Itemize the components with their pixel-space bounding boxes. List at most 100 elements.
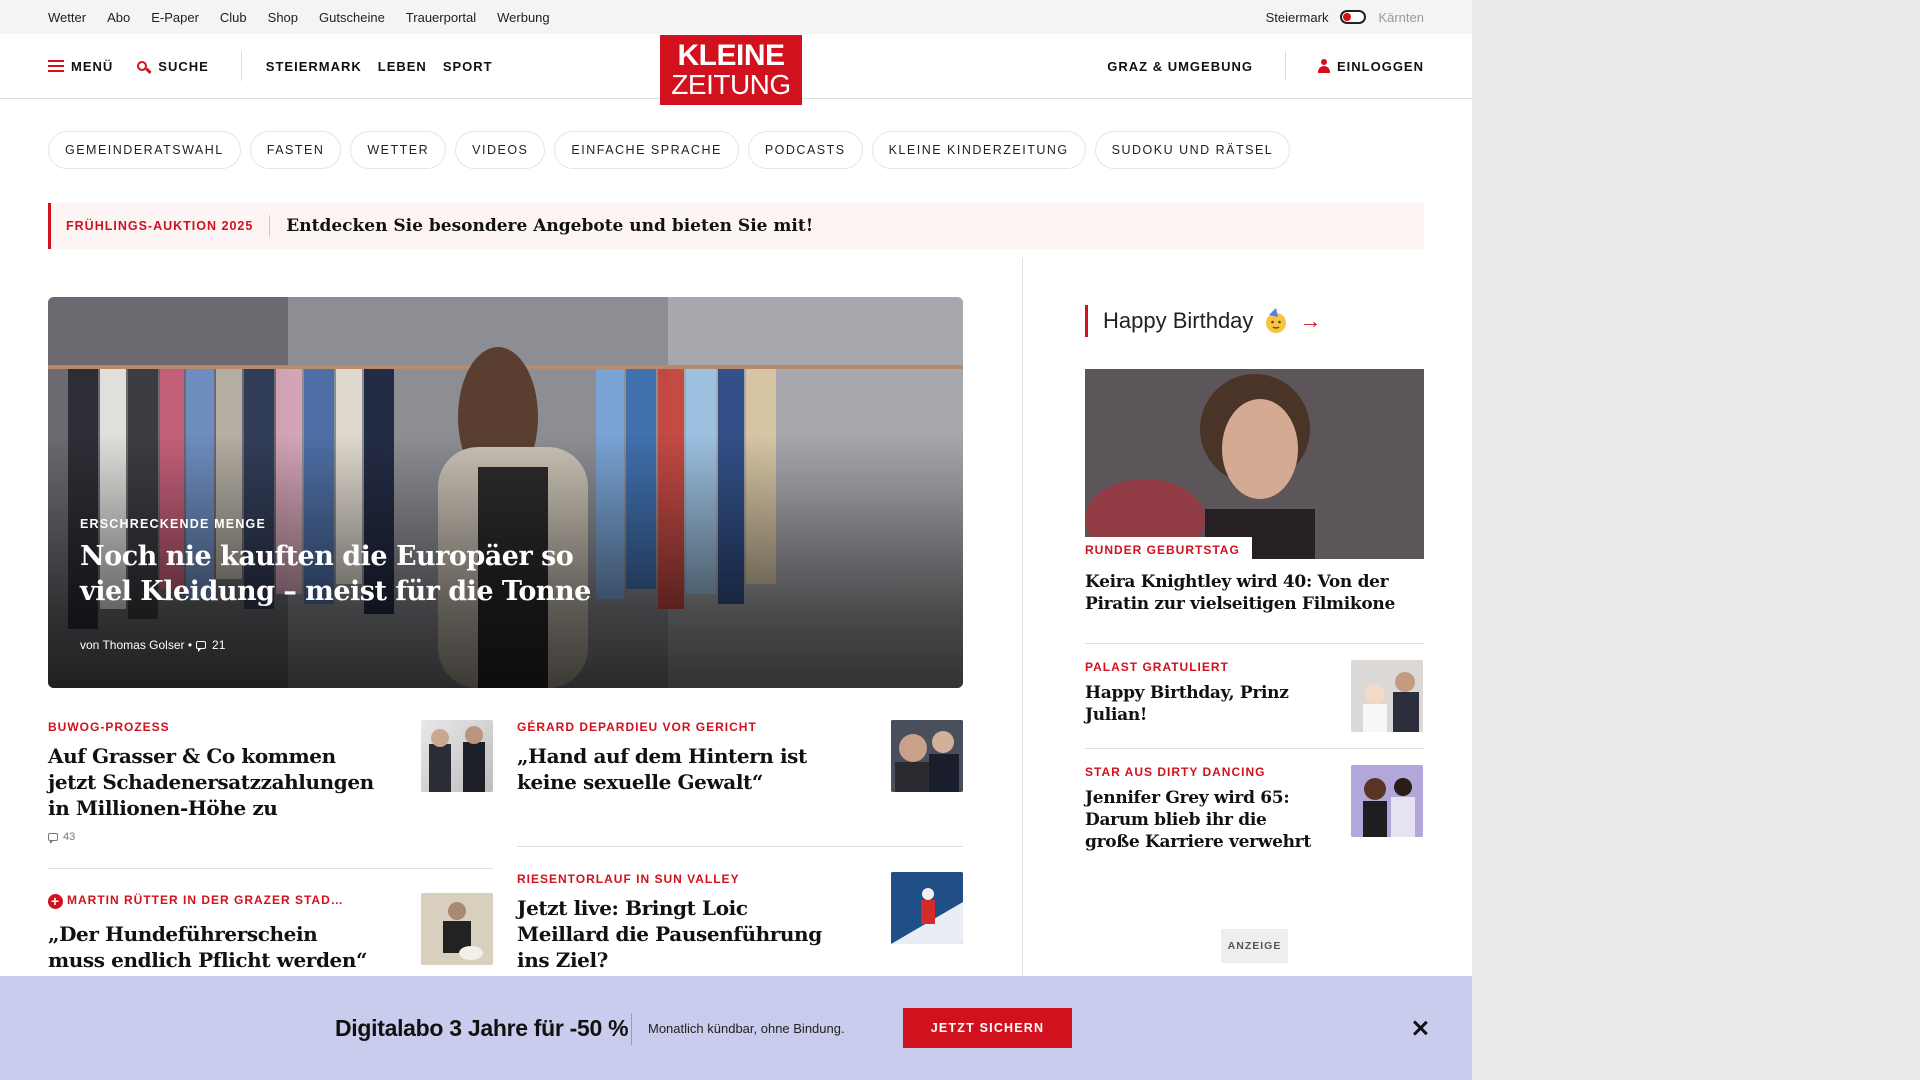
birthday-lead-image[interactable] [1085, 369, 1424, 559]
thumb-image [1351, 765, 1423, 837]
utility-bar: Wetter Abo E-Paper Club Shop Gutscheine … [0, 0, 1472, 34]
thumb-image [421, 893, 493, 965]
article-title[interactable]: „Hand auf dem Hintern ist keine sexuelle… [517, 743, 837, 795]
search-button[interactable]: SUCHE [137, 59, 209, 74]
promo-bar[interactable]: FRÜHLINGS-AUKTION 2025 Entdecken Sie bes… [48, 203, 1424, 249]
utility-link-wetter[interactable]: Wetter [48, 10, 86, 25]
article-title[interactable]: Auf Grasser & Co kommen jetzt Schadeners… [48, 743, 378, 821]
article-card[interactable]: GÉRARD DEPARDIEU VOR GERICHT „Hand auf d… [517, 720, 837, 795]
pill-wetter[interactable]: WETTER [350, 131, 447, 169]
logo-line-2: ZEITUNG [671, 69, 791, 100]
sidebar-title[interactable]: Jennifer Grey wird 65: Darum blieb ihr d… [1085, 787, 1315, 853]
hero-comment-count[interactable]: 21 [212, 638, 225, 652]
ad-label: ANZEIGE [1221, 929, 1288, 963]
sidebar-separator [1085, 643, 1424, 644]
login-button[interactable]: EINLOGGEN [1317, 59, 1424, 74]
article-separator [517, 846, 963, 847]
promo-tag: FRÜHLINGS-AUKTION 2025 [51, 215, 271, 237]
logo-line-1: KLEINE [677, 39, 785, 72]
main-header: MENÜ SUCHE STEIERMARK LEBEN SPORT KLEINE… [0, 34, 1472, 105]
article-card[interactable]: RIESENTORLAUF IN SUN VALLEY Jetzt live: … [517, 872, 837, 973]
site-logo[interactable]: KLEINE ZEITUNG [660, 35, 802, 105]
article-kicker: RIESENTORLAUF IN SUN VALLEY [517, 872, 740, 886]
lead-image-art [1085, 369, 1424, 559]
hero-article[interactable]: ERSCHRECKENDE MENGE Noch nie kauften die… [48, 297, 963, 688]
comment-icon [196, 641, 207, 652]
banner-divider [631, 1013, 632, 1045]
sidebar-kicker: STAR AUS DIRTY DANCING [1085, 765, 1266, 779]
birthday-heading-text: Happy Birthday [1103, 308, 1254, 333]
arrow-right-icon: → [1299, 308, 1322, 333]
comment-icon [48, 833, 58, 844]
region-steiermark[interactable]: Steiermark [1266, 10, 1329, 25]
pill-videos[interactable]: VIDEOS [455, 131, 546, 169]
utility-link-club[interactable]: Club [220, 10, 247, 25]
search-label: SUCHE [158, 58, 209, 74]
article-title[interactable]: „Der Hundeführerschein muss endlich Pfli… [48, 921, 378, 973]
pill-gemeinderatswahl[interactable]: GEMEINDERATSWAHL [48, 131, 241, 169]
close-icon[interactable] [1410, 1018, 1430, 1038]
topic-pills: GEMEINDERATSWAHL FASTEN WETTER VIDEOS EI… [48, 131, 1291, 169]
nav-leben[interactable]: LEBEN [378, 59, 427, 74]
region-switch: Steiermark Kärnten [1266, 0, 1424, 34]
thumb-image [1351, 660, 1423, 732]
sidebar-thumbnail[interactable] [1351, 765, 1423, 837]
thumb-image [429, 726, 485, 792]
utility-link-epaper[interactable]: E-Paper [151, 10, 199, 25]
utility-link-gutscheine[interactable]: Gutscheine [319, 10, 385, 25]
sidebar-separator [1085, 748, 1424, 749]
pill-kinderzeitung[interactable]: KLEINE KINDERZEITUNG [871, 131, 1086, 169]
sidebar-kicker: PALAST GRATULIERT [1085, 660, 1229, 674]
utility-link-abo[interactable]: Abo [107, 10, 130, 25]
menu-button[interactable]: MENÜ [48, 59, 113, 74]
nav-sport[interactable]: SPORT [443, 59, 493, 74]
hero-title[interactable]: Noch nie kauften die Europäer so viel Kl… [80, 539, 600, 609]
search-icon [137, 61, 148, 71]
hero-kicker: ERSCHRECKENDE MENGE [80, 517, 267, 531]
toggle-knob [1343, 13, 1352, 21]
utility-link-werbung[interactable]: Werbung [497, 10, 550, 25]
sidebar-thumbnail[interactable] [1351, 660, 1423, 732]
article-thumbnail[interactable] [891, 720, 963, 792]
lead-kicker: RUNDER GEBURTSTAG [1085, 537, 1252, 561]
subscribe-button[interactable]: JETZT SICHERN [903, 1008, 1072, 1048]
menu-label: MENÜ [71, 58, 114, 74]
pill-fasten[interactable]: FASTEN [249, 131, 342, 169]
birthday-section-heading[interactable]: Happy Birthday → [1085, 305, 1321, 337]
hero-shade [48, 297, 963, 688]
article-comments[interactable]: 43 [48, 831, 378, 844]
party-face-icon [1266, 308, 1287, 333]
pill-einfache-sprache[interactable]: EINFACHE SPRACHE [554, 131, 739, 169]
column-divider [1022, 258, 1023, 978]
article-separator [48, 868, 493, 869]
region-kaernten[interactable]: Kärnten [1378, 10, 1424, 25]
article-card[interactable]: + MARTIN RÜTTER IN DER GRAZER STAD… „Der … [48, 893, 378, 973]
comment-count: 43 [63, 831, 76, 843]
article-thumbnail[interactable] [421, 720, 493, 792]
header-divider [240, 51, 242, 81]
article-title[interactable]: Jetzt live: Bringt Loic Meillard die Pau… [517, 895, 837, 973]
article-card[interactable]: BUWOG-PROZESS Auf Grasser & Co kommen je… [48, 720, 378, 844]
utility-link-shop[interactable]: Shop [268, 10, 298, 25]
region-toggle[interactable] [1340, 10, 1367, 24]
header-left: MENÜ SUCHE STEIERMARK LEBEN SPORT [48, 34, 493, 98]
pill-sudoku[interactable]: SUDOKU UND RÄTSEL [1094, 131, 1291, 169]
subscription-banner: Digitalabo 3 Jahre für -50 % Monatlich k… [0, 976, 1472, 1080]
header-divider-right [1284, 51, 1286, 81]
nav-steiermark[interactable]: STEIERMARK [266, 59, 362, 74]
article-thumbnail[interactable] [421, 893, 493, 965]
lead-title[interactable]: Keira Knightley wird 40: Von der Piratin… [1085, 571, 1405, 615]
article-thumbnail[interactable] [891, 872, 963, 944]
banner-subtext: Monatlich kündbar, ohne Bindung. [648, 1020, 845, 1036]
utility-links: Wetter Abo E-Paper Club Shop Gutscheine … [48, 0, 550, 34]
region-nav-link[interactable]: GRAZ & UMGEBUNG [1107, 59, 1253, 74]
article-kicker: + MARTIN RÜTTER IN DER GRAZER STAD… [48, 893, 378, 909]
pill-podcasts[interactable]: PODCASTS [747, 131, 863, 169]
thumb-image [891, 872, 963, 944]
hero-author: von Thomas Golser • [80, 638, 193, 652]
promo-text: Entdecken Sie besondere Angebote und bie… [286, 216, 814, 236]
utility-link-trauerportal[interactable]: Trauerportal [406, 10, 476, 25]
page: Wetter Abo E-Paper Club Shop Gutscheine … [0, 0, 1472, 1080]
banner-headline: Digitalabo 3 Jahre für -50 % [335, 1014, 629, 1041]
sidebar-title[interactable]: Happy Birthday, Prinz Julian! [1085, 682, 1325, 726]
